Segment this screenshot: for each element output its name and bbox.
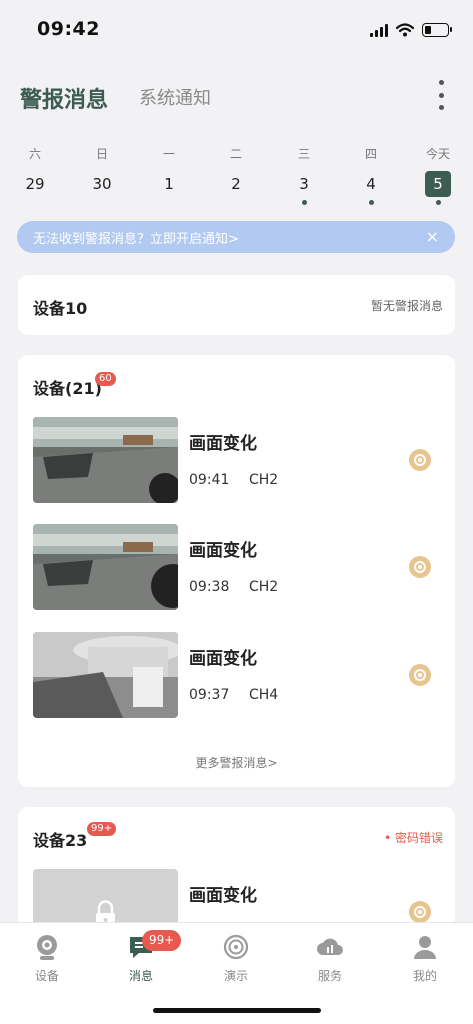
alert-thumbnail[interactable]: [33, 417, 178, 503]
tab-alert-messages[interactable]: 警报消息: [20, 82, 108, 114]
date-day[interactable]: 日 30: [77, 145, 127, 197]
cellular-signal-icon: [370, 23, 388, 37]
date-number: 4: [366, 175, 376, 193]
tab-system-notices[interactable]: 系统通知: [139, 84, 211, 110]
more-alerts-link[interactable]: 更多警报消息>: [18, 754, 455, 771]
alert-time: 09:41: [189, 472, 230, 488]
camera-icon: [33, 933, 61, 961]
date-selector: 六 29 日 30 一 1 二 2 三 3 四 4 今天 5: [0, 145, 473, 207]
date-day[interactable]: 一 1: [144, 145, 194, 197]
tab-label: 设备: [34, 969, 59, 983]
alert-item[interactable]: 画面变化 09:41 CH2: [33, 417, 443, 503]
messages-count-badge: 99+: [142, 930, 182, 951]
alert-channel: CH4: [249, 687, 279, 703]
device-card: 设备(21) 60 画面变化 09:41 CH2 画面变化 09:38 CH2 …: [18, 355, 455, 787]
no-alerts-status: 暂无警报消息: [370, 299, 443, 313]
weekday-label: 一: [162, 147, 175, 161]
profile-icon: [411, 933, 439, 961]
playback-icon[interactable]: [409, 664, 431, 686]
alert-time: 09:38: [189, 579, 230, 595]
device-name[interactable]: 设备(21): [33, 375, 102, 399]
alert-thumbnail[interactable]: [33, 524, 178, 610]
alert-channel: CH2: [249, 579, 279, 595]
has-alerts-dot: [435, 200, 441, 205]
tab-label: 消息: [128, 969, 153, 983]
alert-title: 画面变化: [189, 649, 257, 669]
error-dot-icon: •: [384, 831, 395, 845]
close-icon[interactable]: ×: [426, 227, 439, 246]
date-number: 1: [164, 175, 174, 193]
tab-profile[interactable]: 我的: [390, 933, 460, 984]
battery-icon: [422, 23, 452, 37]
alert-thumbnail[interactable]: [33, 632, 178, 718]
weekday-label: 三: [297, 147, 310, 161]
tab-devices[interactable]: 设备: [12, 933, 82, 984]
alert-title: 画面变化: [189, 886, 257, 906]
wifi-icon: [396, 23, 414, 37]
banner-text[interactable]: 无法收到警报消息？立即开启通知>: [33, 228, 239, 247]
date-day[interactable]: 四 4: [346, 145, 396, 205]
weekday-label: 二: [229, 147, 242, 161]
unread-badge: 99+: [87, 822, 117, 836]
has-alerts-dot: [301, 200, 307, 205]
alert-item[interactable]: 画面变化 09:38 CH2: [33, 524, 443, 610]
date-day[interactable]: 三 3: [279, 145, 329, 205]
weekday-label: 六: [28, 147, 41, 161]
tab-services[interactable]: 服务: [295, 933, 365, 984]
device-card[interactable]: 设备10 暂无警报消息: [18, 275, 455, 335]
alert-channel: CH2: [249, 472, 279, 488]
more-menu-icon[interactable]: [434, 80, 448, 110]
error-text: 密码错误: [394, 831, 443, 845]
tab-label: 我的: [412, 969, 437, 983]
date-day[interactable]: 六 29: [10, 145, 60, 197]
weekday-label: 今天: [425, 147, 450, 161]
playback-icon[interactable]: [409, 449, 431, 471]
date-day[interactable]: 二 2: [211, 145, 261, 197]
weekday-label: 四: [364, 147, 377, 161]
date-number: 2: [231, 175, 241, 193]
unread-badge: 60: [95, 372, 116, 386]
alert-title: 画面变化: [189, 541, 257, 561]
status-icons: [370, 20, 452, 40]
tab-messages[interactable]: 消息 99+: [106, 930, 182, 984]
demo-icon: [222, 933, 250, 961]
alert-time: 09:37: [189, 687, 230, 703]
date-day-today[interactable]: 今天 5: [413, 145, 463, 205]
date-number: 29: [25, 175, 45, 193]
status-bar: 09:42: [0, 0, 473, 60]
playback-icon[interactable]: [409, 556, 431, 578]
alert-title: 画面变化: [189, 434, 257, 454]
date-number: 30: [92, 175, 112, 193]
playback-icon[interactable]: [409, 901, 431, 923]
date-number: 3: [299, 175, 309, 193]
device-name[interactable]: 设备23: [33, 827, 87, 851]
password-error-status[interactable]: • 密码错误: [384, 829, 443, 846]
tab-label: 服务: [317, 969, 342, 983]
date-number: 5: [425, 171, 451, 197]
cloud-icon: [316, 933, 344, 961]
enable-notifications-banner[interactable]: 无法收到警报消息？立即开启通知> ×: [17, 221, 455, 253]
home-indicator[interactable]: [153, 1008, 321, 1013]
tab-demo[interactable]: 演示: [201, 933, 271, 984]
header: 警报消息 系统通知: [0, 70, 473, 120]
alert-item[interactable]: 画面变化 09:37 CH4: [33, 632, 443, 718]
device-name: 设备10: [33, 299, 88, 318]
has-alerts-dot: [368, 200, 374, 205]
tab-label: 演示: [223, 969, 248, 983]
status-time: 09:42: [37, 18, 100, 40]
weekday-label: 日: [95, 147, 108, 161]
